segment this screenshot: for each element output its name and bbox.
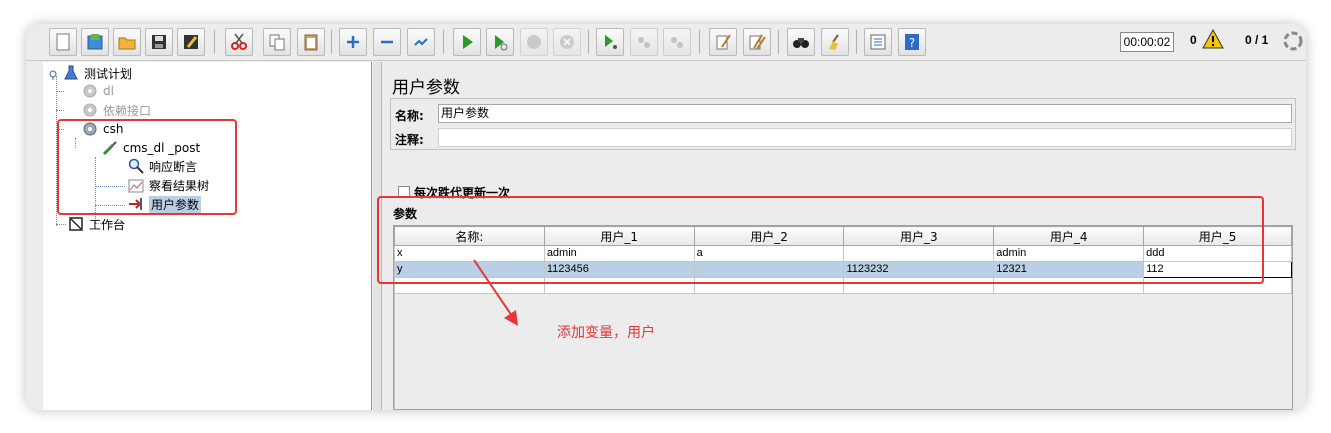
cut-icon — [231, 33, 247, 50]
svg-text:?: ? — [909, 36, 915, 50]
open-icon — [118, 37, 136, 50]
list-icon — [870, 34, 886, 50]
expand-icon — [347, 36, 359, 48]
save-as-button[interactable] — [177, 28, 205, 56]
copy-icon — [269, 34, 285, 51]
broom-icon — [829, 34, 839, 50]
gear-icon — [81, 82, 99, 100]
shutdown-icon — [560, 35, 574, 49]
start-no-pause-icon — [495, 35, 508, 51]
remote-shutdown-button[interactable] — [663, 28, 691, 56]
search-button[interactable] — [787, 28, 815, 56]
tree-label-dependency: 依赖接口 — [103, 103, 152, 118]
clear-button[interactable] — [709, 28, 737, 56]
flask-icon — [62, 64, 80, 82]
tree-label-dl: dl — [103, 84, 114, 98]
stop-icon — [527, 35, 541, 49]
tree-label-test-plan: 测试计划 — [84, 66, 133, 81]
remote-stop-icon — [638, 37, 650, 48]
expand-button[interactable] — [339, 28, 367, 56]
save-icon — [152, 35, 166, 49]
start-icon — [463, 35, 473, 49]
start-no-pause-button[interactable] — [486, 28, 514, 56]
page-title: 用户参数 — [392, 78, 460, 98]
paste-button[interactable] — [297, 28, 325, 56]
name-label: 名称: — [395, 109, 424, 123]
workbench-icon — [67, 215, 85, 233]
comment-label: 注释: — [395, 133, 424, 147]
gear-icon — [81, 101, 99, 119]
collapse-button[interactable] — [373, 28, 401, 56]
clear-icon — [716, 34, 731, 50]
start-button[interactable] — [453, 28, 481, 56]
tree-node-dependency[interactable]: 依赖接口 — [69, 101, 151, 119]
clear-all-icon — [749, 34, 766, 50]
tree-node-dl[interactable]: dl — [69, 82, 114, 100]
save-button[interactable] — [145, 28, 173, 56]
stop-button[interactable] — [520, 28, 548, 56]
remote-start-button[interactable] — [596, 28, 624, 56]
new-icon — [56, 33, 70, 51]
cut-button[interactable] — [225, 28, 253, 56]
name-field[interactable]: 用户参数 — [438, 104, 1292, 123]
error-count: 0 — [1190, 33, 1197, 47]
templates-button[interactable] — [81, 28, 109, 56]
thread-count: 0 / 1 — [1245, 33, 1269, 47]
elapsed-timer: 00:00:02 — [1120, 32, 1174, 52]
help-button[interactable]: ? — [898, 28, 926, 56]
annotation-arrow-icon — [473, 259, 518, 326]
toolbar: ? 00:00:02 0 0 / 1 — [26, 24, 1306, 61]
collapse-toggle-icon[interactable] — [49, 70, 59, 80]
warning-icon[interactable] — [1202, 28, 1224, 52]
tree-node-test-plan[interactable]: 测试计划 — [49, 64, 133, 82]
help-icon: ? — [905, 34, 919, 50]
open-button[interactable] — [113, 28, 141, 56]
annotation-note: 添加变量，用户 — [557, 325, 655, 341]
clear-all-button[interactable] — [743, 28, 771, 56]
tree-label-workbench: 工作台 — [89, 217, 126, 232]
templates-icon — [87, 34, 103, 50]
copy-button[interactable] — [263, 28, 291, 56]
toggle-button[interactable] — [407, 28, 435, 56]
new-button[interactable] — [49, 28, 77, 56]
paste-icon — [304, 34, 318, 51]
reset-search-button[interactable] — [821, 28, 849, 56]
activity-icon — [1282, 30, 1304, 55]
comment-field[interactable] — [438, 128, 1292, 147]
remote-shutdown-icon — [671, 37, 683, 48]
remote-stop-button[interactable] — [630, 28, 658, 56]
shutdown-button[interactable] — [553, 28, 581, 56]
tree-node-workbench[interactable]: 工作台 — [67, 215, 125, 233]
test-plan-tree: 测试计划 dl 依赖接口 csh cms_dl _post 响应断言 察看结果树 — [43, 62, 372, 410]
search-icon — [793, 38, 809, 48]
remote-start-icon — [605, 35, 617, 49]
function-helper-button[interactable] — [864, 28, 892, 56]
annotation-tree-highlight — [57, 119, 237, 215]
save-as-icon — [184, 35, 198, 49]
toggle-icon — [414, 38, 428, 46]
collapse-icon — [381, 40, 393, 44]
